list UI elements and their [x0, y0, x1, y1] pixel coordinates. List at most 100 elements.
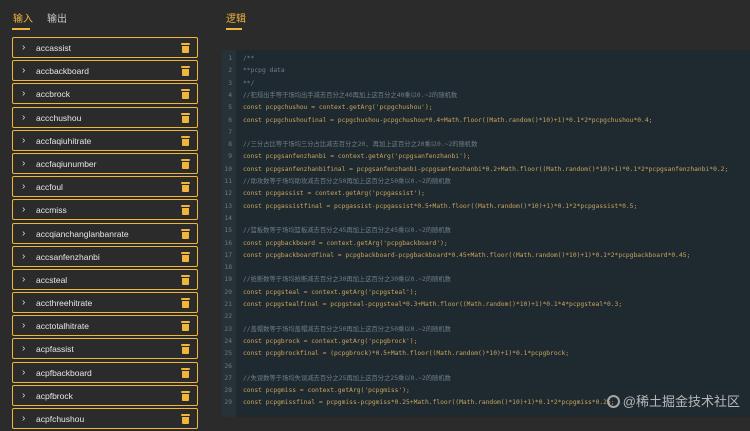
delete-icon[interactable] — [181, 390, 190, 401]
delete-icon[interactable] — [181, 344, 190, 355]
chevron-right-icon[interactable]: › — [22, 251, 25, 263]
code-line: 21 const pcpgstealfinal = pcpgsteal-pcpgs… — [222, 300, 750, 311]
list-item-label: accbackboard — [36, 66, 89, 77]
logic-tab-indicator — [226, 28, 242, 30]
delete-icon[interactable] — [181, 89, 190, 100]
delete-icon[interactable] — [181, 321, 190, 332]
code-line: 11 //助攻数等于场均助攻减去百分之50再加上这百分之50乘以0.~2的随机数 — [222, 177, 750, 188]
line-number: 24 — [224, 337, 232, 345]
chevron-right-icon[interactable]: › — [22, 135, 25, 147]
list-item[interactable]: › accsanfenzhanbi — [12, 245, 198, 267]
delete-icon[interactable] — [181, 367, 190, 378]
list-item[interactable]: › accassist — [12, 37, 198, 58]
line-number: 20 — [224, 288, 232, 296]
list-item[interactable]: › accfaqiuhitrate — [12, 129, 198, 151]
tab-logic[interactable]: 逻辑 — [226, 10, 246, 25]
list-item[interactable]: › acpfbackboard — [12, 361, 198, 383]
delete-icon[interactable] — [181, 228, 190, 239]
line-number: 22 — [224, 313, 232, 321]
chevron-right-icon[interactable]: › — [22, 367, 25, 379]
juejin-logo-icon — [606, 395, 620, 408]
line-number: 19 — [224, 276, 232, 284]
list-item[interactable]: › accmiss — [12, 199, 198, 221]
chevron-right-icon[interactable]: › — [22, 413, 25, 425]
chevron-right-icon[interactable]: › — [22, 343, 25, 355]
tab-output[interactable]: 输出 — [47, 10, 67, 25]
delete-icon[interactable] — [181, 43, 190, 53]
list-item[interactable]: › accthreehitrate — [12, 292, 198, 314]
chevron-right-icon[interactable]: › — [22, 390, 25, 402]
delete-icon[interactable] — [181, 414, 190, 424]
list-item[interactable]: › accqianchanglanbanrate — [12, 222, 198, 244]
list-item[interactable]: › accfaqiunumber — [12, 152, 198, 174]
chevron-right-icon[interactable]: › — [22, 297, 25, 309]
code-text: const pcpgstealfinal = pcpgsteal-pcpgste… — [243, 301, 623, 308]
code-line: 12 const pcpgassist = context.getArg('pcp… — [222, 189, 750, 200]
left-panel: 输入 输出 › accassist › accbackboard › accbrock › a… — [0, 0, 208, 429]
tab-input[interactable]: 输入 — [13, 10, 33, 25]
list-item[interactable]: › accfoul — [12, 176, 198, 198]
list-item-label: accthreehitrate — [36, 298, 93, 309]
code-text: //失误数等于场均失误减去百分之25再加上这百分之25乘以0.~2的随机数 — [243, 374, 451, 382]
code-line: 16 const pcpgbackboard = context.getArg('… — [222, 239, 750, 250]
list-item[interactable]: › accbackboard — [12, 60, 198, 82]
line-number: 29 — [224, 399, 232, 407]
list-item[interactable]: › accsteal — [12, 268, 198, 290]
chevron-right-icon[interactable]: › — [22, 204, 25, 216]
delete-icon[interactable] — [181, 158, 190, 169]
line-number: 16 — [224, 239, 232, 247]
list-item[interactable]: › accchushou — [12, 106, 198, 128]
list-item-label: accchushou — [36, 112, 82, 123]
code-line: 7 — [222, 128, 750, 139]
chevron-right-icon[interactable]: › — [22, 112, 25, 124]
chevron-right-icon[interactable]: › — [22, 158, 25, 170]
delete-icon[interactable] — [181, 251, 190, 262]
delete-icon[interactable] — [181, 205, 190, 216]
list-item[interactable]: › acctotalhitrate — [12, 315, 198, 337]
list-item[interactable]: › accbrock — [12, 83, 198, 105]
code-text: const pcpgchushou = context.getArg('pcpg… — [243, 104, 433, 112]
chevron-right-icon[interactable]: › — [22, 320, 25, 332]
watermark: @稀土掘金技术社区 — [606, 391, 740, 410]
list-item-label: accfaqiunumber — [36, 158, 97, 169]
chevron-right-icon[interactable]: › — [22, 65, 25, 77]
list-item[interactable]: › acpfassist — [12, 338, 198, 360]
code-text: const pcpgbrockfinal = (pcpgbrock)*0.5+M… — [243, 350, 570, 358]
delete-icon[interactable] — [181, 135, 190, 146]
line-number: 8 — [228, 141, 232, 149]
code-text: //助攻数等于场均助攻减去百分之50再加上这百分之50乘以0.~2的随机数 — [243, 178, 451, 185]
code-text: const pcpgbackboard = context.getArg('pc… — [243, 239, 448, 247]
list-item-label: accfoul — [36, 182, 63, 193]
list-item-label: accsteal — [36, 274, 68, 285]
active-tab-indicator — [12, 28, 30, 30]
code-line: 18 — [222, 263, 750, 274]
code-line: 5 const pcpgchushou = context.getArg('pcp… — [222, 103, 750, 114]
delete-icon[interactable] — [181, 66, 190, 77]
delete-icon[interactable] — [181, 274, 190, 285]
code-text: //抢断数等于场均抢断减去百分之30再加上这百分之30乘以0.~2的随机数 — [243, 276, 451, 284]
delete-icon[interactable] — [181, 298, 190, 309]
line-number: 26 — [224, 362, 232, 370]
line-number: 28 — [224, 387, 232, 395]
chevron-right-icon[interactable]: › — [22, 88, 25, 100]
code-text: **/ — [243, 79, 255, 87]
code-text: //盖帽数等于场均盖帽减去百分之50再加上这百分之50乘以0.~2的随机数 — [243, 325, 451, 333]
code-line: 4 //犯规出手等于场均出手减去百分之40再加上这百分之40乘以0.~2的随机数 — [222, 91, 750, 102]
list-item[interactable]: › acpfchushou — [12, 408, 198, 429]
code-line: 6 const pcpgchushoufinal = pcpgchushou-pc… — [222, 116, 750, 127]
chevron-right-icon[interactable]: › — [22, 42, 25, 54]
chevron-right-icon[interactable]: › — [22, 228, 25, 240]
code-line: 26 — [222, 362, 750, 373]
chevron-right-icon[interactable]: › — [22, 274, 25, 286]
line-number: 9 — [228, 153, 232, 161]
line-number: 15 — [224, 227, 232, 235]
line-number: 2 — [228, 67, 232, 75]
code-editor[interactable]: 1 /** 2 **pcpg data 3 **/ 4 //犯规出手等于场均出手减去百分之40… — [222, 50, 750, 417]
line-number: 17 — [224, 251, 232, 259]
delete-icon[interactable] — [181, 112, 190, 123]
delete-icon[interactable] — [181, 182, 190, 193]
list-item[interactable]: › acpfbrock — [12, 384, 198, 406]
watermark-text: @稀土掘金技术社区 — [622, 394, 740, 409]
io-tabs: 输入 输出 — [0, 0, 208, 32]
chevron-right-icon[interactable]: › — [22, 181, 25, 193]
